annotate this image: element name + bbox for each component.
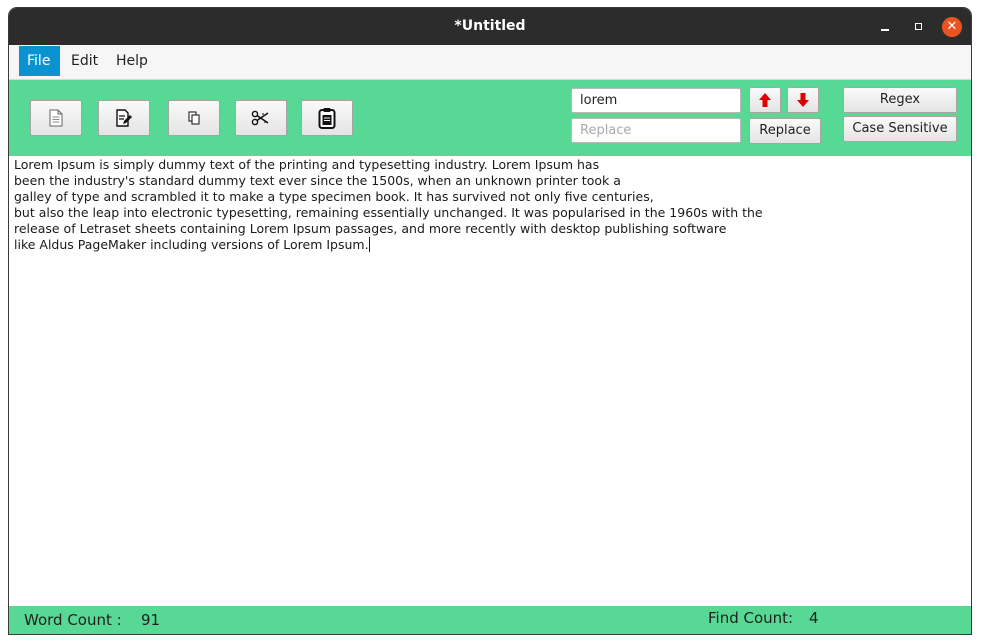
find-previous-button[interactable] <box>749 87 781 113</box>
text-editor[interactable]: Lorem Ipsum is simply dummy text of the … <box>9 156 971 606</box>
new-file-button[interactable] <box>30 100 82 136</box>
menu-help[interactable]: Help <box>108 46 156 76</box>
find-next-button[interactable] <box>787 87 819 113</box>
cut-button[interactable] <box>235 100 287 136</box>
editor-line: been the industry's standard dummy text … <box>14 173 621 188</box>
editor-line: but also the leap into electronic typese… <box>14 205 763 220</box>
editor-line: galley of type and scrambled it to make … <box>14 189 654 204</box>
search-input[interactable] <box>571 88 741 113</box>
editor-line: Lorem Ipsum is simply dummy text of the … <box>14 157 600 172</box>
copy-icon <box>188 111 200 125</box>
case-sensitive-toggle[interactable]: Case Sensitive <box>843 116 957 142</box>
window-title: *Untitled <box>454 18 526 34</box>
cut-icon <box>251 110 269 126</box>
editor-line: release of Letraset sheets containing Lo… <box>14 221 727 236</box>
maximize-icon[interactable] <box>909 17 929 37</box>
menu-bar: File Edit Help <box>9 45 971 80</box>
find-count-label: Find Count: <box>708 609 794 627</box>
paste-icon <box>318 108 336 129</box>
paste-button[interactable] <box>301 100 353 136</box>
word-count-value: 91 <box>141 611 161 629</box>
status-bar: Word Count : 91 Find Count: 4 <box>9 606 971 634</box>
save-file-button[interactable] <box>98 100 150 136</box>
text-caret <box>368 237 370 252</box>
save-document-icon <box>116 109 132 127</box>
editor-line-last: like Aldus PageMaker including versions … <box>14 237 964 253</box>
menu-file[interactable]: File <box>19 46 60 76</box>
copy-button[interactable] <box>168 100 220 136</box>
find-count-value: 4 <box>809 609 819 627</box>
app-window: *Untitled ✕ File Edit Help lorem Replace… <box>9 8 971 634</box>
new-document-icon <box>49 109 63 127</box>
replace-button[interactable]: Replace <box>749 118 821 144</box>
editor-line: like Aldus PageMaker including versions … <box>14 237 369 252</box>
toolbar: Replace Regex Case Sensitive <box>9 80 971 156</box>
close-icon[interactable]: ✕ <box>942 17 962 37</box>
arrow-down-icon <box>797 93 809 107</box>
title-bar[interactable]: *Untitled ✕ <box>9 8 971 45</box>
regex-toggle[interactable]: Regex <box>843 87 957 113</box>
word-count-label: Word Count : <box>24 611 122 629</box>
menu-edit[interactable]: Edit <box>63 46 106 76</box>
replace-input[interactable] <box>571 118 741 143</box>
arrow-up-icon <box>759 93 771 107</box>
minimize-icon[interactable] <box>875 17 895 37</box>
editor-content: Lorem Ipsum is simply dummy text of the … <box>14 157 964 253</box>
